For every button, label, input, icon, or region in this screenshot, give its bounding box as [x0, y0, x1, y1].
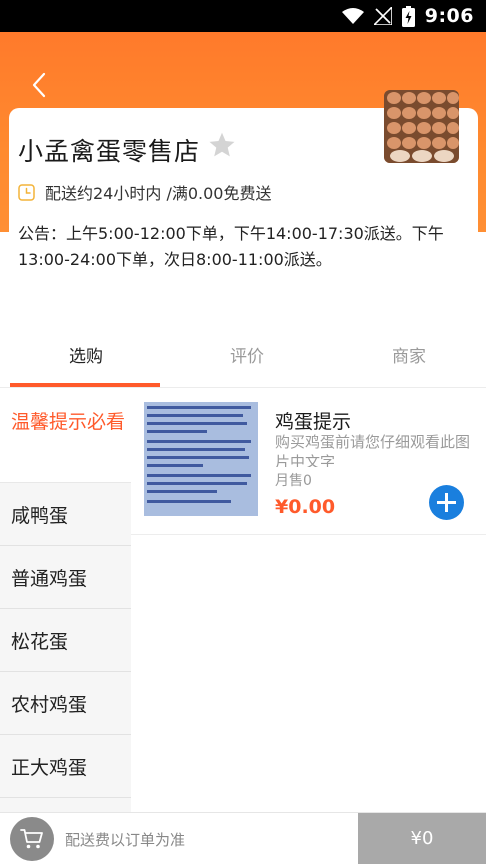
tab-shop-products[interactable]: 选购 [5, 326, 167, 388]
active-tab-indicator [10, 383, 160, 387]
shop-name: 小孟禽蛋零售店 [18, 137, 201, 166]
category-item-salted-duck-egg[interactable]: 咸鸭蛋 [0, 483, 131, 546]
delivery-fee-note: 配送费以订单为准 [65, 831, 186, 849]
shop-notice: 公告：上午5:00-12:00下单，下午14:00-17:30派送。下午13:0… [18, 224, 444, 269]
cart-icon [20, 829, 43, 849]
shop-logo-image [384, 90, 459, 163]
no-signal-icon [373, 7, 392, 25]
product-title: 鸡蛋提示 [275, 411, 352, 433]
product-item[interactable]: 鸡蛋提示 购买鸡蛋前请您仔细观看此图片中文字 月售0 ¥0.00 [131, 389, 486, 535]
category-item-farm-egg[interactable]: 农村鸡蛋 [0, 672, 131, 735]
category-item-notice[interactable]: 温馨提示必看 [0, 389, 131, 483]
product-description: 购买鸡蛋前请您仔细观看此图片中文字 [275, 433, 471, 467]
status-bar: 9:06 [0, 0, 486, 32]
status-time: 9:06 [424, 5, 474, 27]
cart-button[interactable] [10, 817, 54, 861]
add-to-cart-button[interactable] [429, 485, 464, 520]
shop-tabs: 选购 评价 商家 [0, 326, 486, 388]
category-item-century-egg[interactable]: 松花蛋 [0, 609, 131, 672]
delivery-info: 配送约24小时内 /满0.00免费送 [18, 180, 271, 204]
product-monthly-sales: 月售0 [275, 473, 312, 489]
delivery-text: 配送约24小时内 /满0.00免费送 [45, 184, 272, 203]
category-sidebar: 温馨提示必看 咸鸭蛋 普通鸡蛋 松花蛋 农村鸡蛋 正大鸡蛋 [0, 389, 131, 813]
clock-icon [18, 183, 35, 201]
checkout-total-button[interactable]: ¥0 [358, 813, 486, 864]
product-image [144, 402, 258, 516]
tab-reviews[interactable]: 评价 [166, 326, 328, 388]
chevron-left-icon[interactable] [24, 70, 54, 100]
category-item-zhengda-egg[interactable]: 正大鸡蛋 [0, 735, 131, 798]
category-item-regular-egg[interactable]: 普通鸡蛋 [0, 546, 131, 609]
cart-bar: 配送费以订单为准 ¥0 [0, 812, 486, 864]
product-price: ¥0.00 [275, 496, 336, 518]
tab-merchant[interactable]: 商家 [328, 326, 486, 388]
star-icon[interactable] [208, 131, 236, 159]
wifi-icon [341, 8, 364, 24]
battery-charging-icon [401, 5, 415, 27]
